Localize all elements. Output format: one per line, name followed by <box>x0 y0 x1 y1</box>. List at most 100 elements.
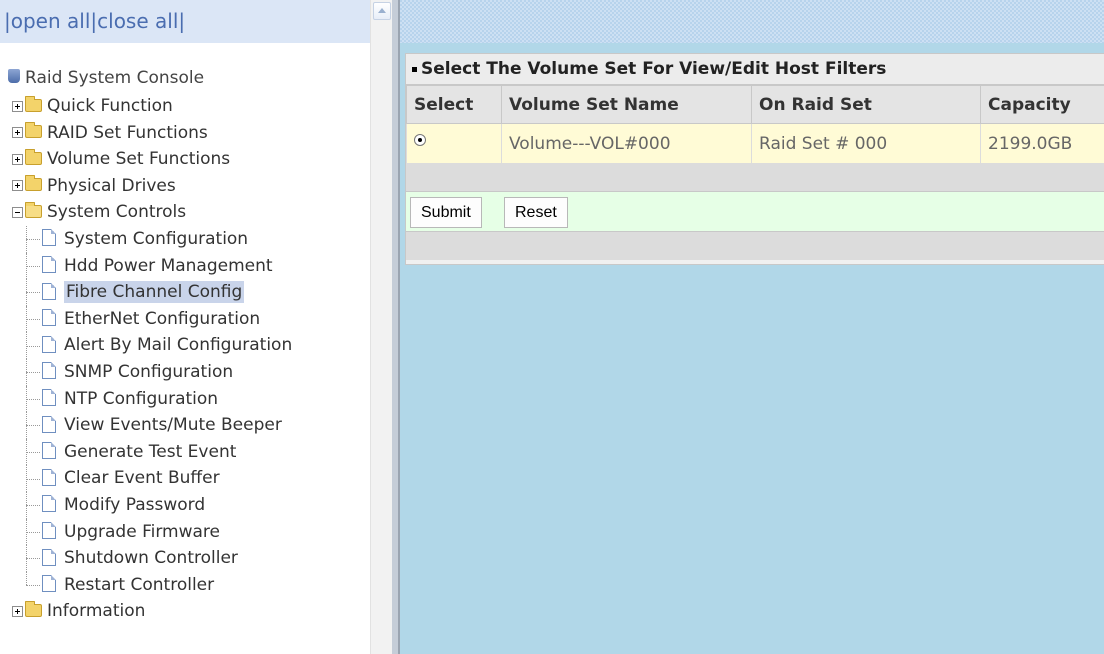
select-cell <box>406 123 502 164</box>
volume-name-cell: Volume---VOL#000 <box>501 123 752 164</box>
tree-leaf-system-configuration[interactable]: System Configuration <box>0 225 370 253</box>
tree-connector <box>26 252 40 280</box>
tree-leaf-label: Alert By Mail Configuration <box>64 335 293 356</box>
page-icon <box>42 256 56 274</box>
tree-leaf-label: Clear Event Buffer <box>64 468 220 489</box>
navigation-frame: |open all|close all| Raid System Console… <box>0 0 392 654</box>
page-icon <box>42 362 56 380</box>
folder-icon <box>25 122 42 139</box>
expand-icon[interactable] <box>12 127 23 139</box>
tree-leaf-label: System Configuration <box>64 228 249 249</box>
panel-title-text: Select The Volume Set For View/Edit Host… <box>421 59 887 79</box>
reset-button[interactable]: Reset <box>504 197 568 228</box>
tree-leaf-hdd-power-management[interactable]: Hdd Power Management <box>0 252 370 280</box>
tree-node-volume-set-functions[interactable]: Volume Set Functions <box>0 146 370 173</box>
page-icon <box>42 548 56 566</box>
tree-leaf-generate-test-event[interactable]: Generate Test Event <box>0 438 370 466</box>
open-all-link[interactable]: open all <box>11 9 91 33</box>
capacity-cell: 2199.0GB <box>980 123 1104 164</box>
column-header-on-raid-set: On Raid Set <box>751 85 981 124</box>
button-row: Submit Reset <box>406 192 1104 232</box>
tree-connector <box>26 571 40 599</box>
volume-select-radio[interactable] <box>414 133 426 146</box>
panel-title: Select The Volume Set For View/Edit Host… <box>406 54 1104 85</box>
tree-node-label: RAID Set Functions <box>47 122 208 143</box>
header-pattern-bar <box>400 0 1104 43</box>
tree-node-information[interactable]: Information <box>0 598 370 625</box>
tree-connector <box>26 491 40 519</box>
navigation-tree: Raid System Console Quick Function RAID … <box>0 64 370 625</box>
folder-icon <box>25 148 42 165</box>
expand-icon[interactable] <box>12 605 23 617</box>
expand-icon[interactable] <box>12 153 23 165</box>
tree-root-label: Raid System Console <box>25 68 205 88</box>
table-header-row: Select Volume Set Name On Raid Set Capac… <box>406 85 1104 124</box>
tree-node-label: Volume Set Functions <box>47 149 231 170</box>
column-header-capacity: Capacity <box>980 85 1104 124</box>
expand-icon[interactable] <box>12 100 23 112</box>
tree-connector <box>26 465 40 492</box>
tree-leaf-upgrade-firmware[interactable]: Upgrade Firmware <box>0 518 370 546</box>
tree-leaf-label: EtherNet Configuration <box>64 308 261 329</box>
tree-leaf-label: Modify Password <box>64 494 206 515</box>
tree-node-quick-function[interactable]: Quick Function <box>0 93 370 120</box>
tree-connector <box>26 358 40 386</box>
page-icon <box>42 335 56 353</box>
page-icon <box>42 468 56 486</box>
tree-connector <box>26 545 40 572</box>
spacer-row <box>406 232 1104 260</box>
expand-icon[interactable] <box>12 180 23 192</box>
tree-node-physical-drives[interactable]: Physical Drives <box>0 173 370 200</box>
tree-leaf-label-selected: Fibre Channel Config <box>64 281 245 304</box>
tree-leaf-ethernet-configuration[interactable]: EtherNet Configuration <box>0 305 370 333</box>
folder-icon <box>25 95 42 112</box>
submit-button[interactable]: Submit <box>410 197 482 228</box>
tree-leaf-shutdown-controller[interactable]: Shutdown Controller <box>0 545 370 572</box>
tree-leaf-snmp-configuration[interactable]: SNMP Configuration <box>0 358 370 386</box>
tree-node-label: Physical Drives <box>47 175 176 196</box>
page-icon <box>42 442 56 460</box>
bullet-icon <box>412 66 417 72</box>
page-icon <box>42 309 56 327</box>
tree-leaf-clear-event-buffer[interactable]: Clear Event Buffer <box>0 465 370 492</box>
tree-node-system-controls[interactable]: System Controls <box>0 199 370 226</box>
tree-leaf-restart-controller[interactable]: Restart Controller <box>0 571 370 599</box>
page-icon <box>42 389 56 407</box>
console-icon <box>8 69 20 83</box>
folder-icon <box>25 600 42 617</box>
content-frame: Select The Volume Set For View/Edit Host… <box>400 0 1104 654</box>
tree-leaf-label: Generate Test Event <box>64 441 237 462</box>
tree-connector <box>26 225 40 253</box>
tree-leaf-modify-password[interactable]: Modify Password <box>0 491 370 519</box>
tree-connector <box>26 332 40 359</box>
collapse-icon[interactable] <box>12 206 23 218</box>
tree-leaf-label: NTP Configuration <box>64 388 219 409</box>
volume-set-table: Select Volume Set Name On Raid Set Capac… <box>406 85 1104 164</box>
spacer-row <box>406 164 1104 192</box>
tree-leaf-ntp-configuration[interactable]: NTP Configuration <box>0 385 370 413</box>
scroll-up-arrow-icon[interactable] <box>373 2 391 20</box>
tree-node-label: Quick Function <box>47 96 173 116</box>
open-close-bar: |open all|close all| <box>0 0 370 43</box>
page-icon <box>42 282 56 300</box>
tree-connector <box>26 438 40 466</box>
tree-leaf-alert-by-mail-configuration[interactable]: Alert By Mail Configuration <box>0 332 370 359</box>
tree-connector <box>26 385 40 413</box>
tree-leaf-label: Upgrade Firmware <box>64 521 220 542</box>
tree-root[interactable]: Raid System Console <box>0 64 370 93</box>
separator: | <box>4 9 11 33</box>
frame-divider[interactable] <box>392 0 400 654</box>
tree-connector <box>26 305 40 333</box>
tree-leaf-label: View Events/Mute Beeper <box>64 415 282 436</box>
separator: | <box>178 9 186 33</box>
volume-select-panel: Select The Volume Set For View/Edit Host… <box>405 53 1104 265</box>
tree-node-label: Information <box>47 601 146 622</box>
tree-node-raid-set-functions[interactable]: RAID Set Functions <box>0 120 370 147</box>
tree-leaf-label: SNMP Configuration <box>64 361 234 382</box>
tree-connector <box>26 279 40 306</box>
tree-leaf-fibre-channel-config[interactable]: Fibre Channel Config <box>0 279 370 306</box>
tree-leaf-view-events-mute-beeper[interactable]: View Events/Mute Beeper <box>0 412 370 439</box>
vertical-scrollbar[interactable] <box>370 0 392 654</box>
column-header-select: Select <box>406 85 502 124</box>
close-all-link[interactable]: close all <box>97 9 178 33</box>
